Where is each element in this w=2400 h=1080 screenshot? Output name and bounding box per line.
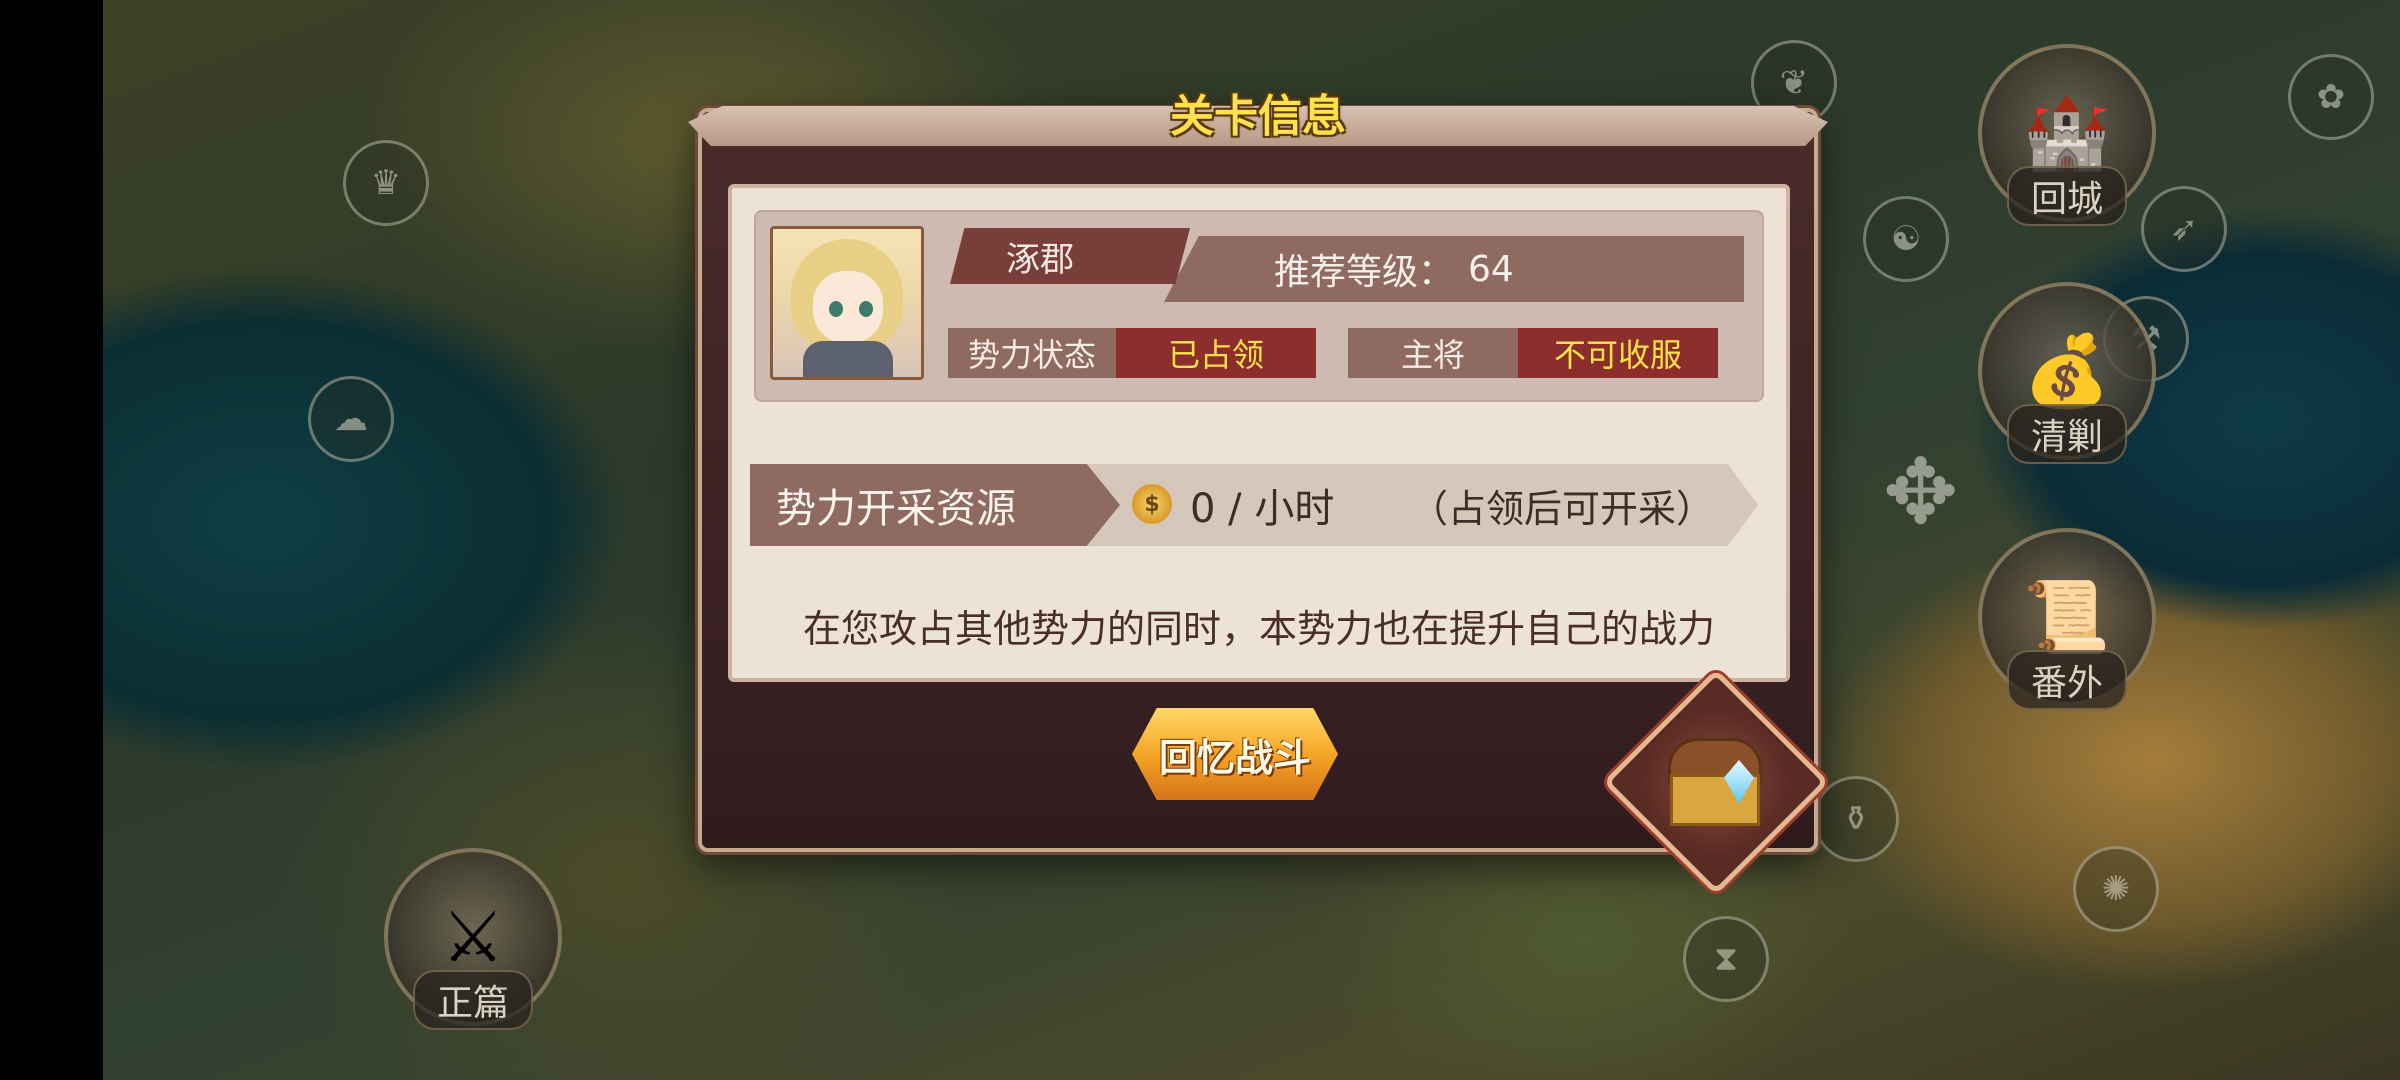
dialog-title: 关卡信息 [1170, 91, 1346, 142]
extra-story-button[interactable]: 📜 番外 [1978, 528, 2156, 710]
main-story-label: 正篇 [412, 970, 534, 1030]
swirl-node-icon[interactable]: ☯ [1863, 196, 1949, 282]
cloud-node-icon[interactable]: ☁ [308, 376, 394, 462]
wheel-node-icon[interactable]: ✺ [2073, 846, 2159, 932]
return-city-button[interactable]: 🏰 回城 [1978, 44, 2156, 226]
faction-status-value: 已占领 [1116, 328, 1316, 378]
gourd-node-icon[interactable]: ⚱ [1813, 776, 1899, 862]
sweep-button[interactable]: 💰 清剿 [1978, 282, 2156, 464]
main-story-button[interactable]: ⚔ 正篇 [384, 848, 562, 1030]
general-value: 不可收服 [1518, 328, 1718, 378]
general-label: 主将 [1348, 328, 1518, 378]
recommended-level-value: 64 [1468, 248, 1514, 290]
stage-info-panel: 推荐等级： 64 涿郡 势力状态 已占领 主将 不可收服 势力开采资源 $ 0 … [728, 184, 1790, 682]
treasure-pile-icon: 💰 [2023, 330, 2111, 412]
general-status: 主将 不可收服 [1348, 328, 1718, 378]
resource-rate: 0 / 小时 [1190, 486, 1335, 532]
faction-status-label: 势力状态 [948, 328, 1116, 378]
resource-note: （占领后可开采） [1409, 486, 1714, 531]
return-city-label: 回城 [2006, 166, 2128, 226]
stage-info-card: 推荐等级： 64 涿郡 势力状态 已占领 主将 不可收服 [754, 210, 1764, 402]
faction-status: 势力状态 已占领 [948, 328, 1316, 378]
castle-icon: 🏰 [2023, 92, 2111, 174]
stage-name: 涿郡 [950, 228, 1190, 284]
scroll-map-icon: 📜 [2023, 576, 2111, 658]
faction-emblem-icon: ✥ [1883, 440, 1959, 545]
resource-row: 势力开采资源 $ 0 / 小时 （占领后可开采） [750, 464, 1758, 546]
coin-icon: $ [1132, 484, 1172, 524]
crossed-swords-icon: ⚔ [441, 896, 505, 978]
extra-story-label: 番外 [2006, 650, 2128, 710]
stage-info-dialog: 关卡信息 推荐等级： 64 涿郡 势力状态 已占领 主将 不可收服 势力开采资源… [688, 91, 1830, 896]
stage-description: 在您攻占其他势力的同时，本势力也在提升自己的战力 [802, 607, 1715, 651]
recommended-level-label: 推荐等级： [1274, 252, 1455, 293]
recommended-level-bar: 推荐等级： 64 [1164, 236, 1744, 302]
general-portrait[interactable] [770, 226, 924, 380]
hourglass-node-icon[interactable]: ⧗ [1683, 916, 1769, 1002]
bow-node-icon[interactable]: ➶ [2141, 186, 2227, 272]
recall-battle-button[interactable]: 回忆战斗 [1132, 708, 1338, 800]
treasure-chest-icon[interactable] [1662, 730, 1762, 826]
flower-node-icon[interactable]: ✿ [2288, 54, 2374, 140]
resource-label: 势力开采资源 [750, 464, 1120, 546]
crown-node-icon[interactable]: ♛ [343, 140, 429, 226]
sweep-label: 清剿 [2006, 404, 2128, 464]
